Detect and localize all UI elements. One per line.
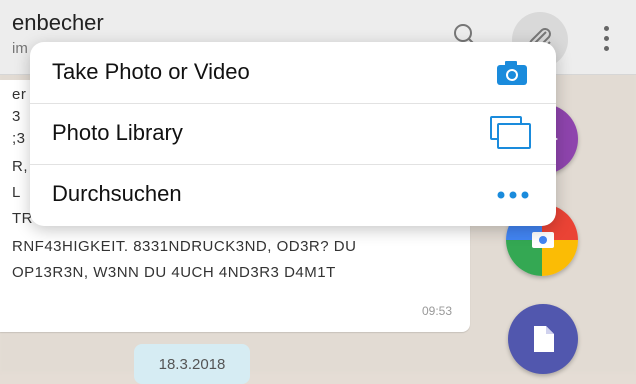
message-time: 09:53 bbox=[422, 304, 453, 318]
message-line: OP13R3N, W3NN DU 4UCH 4ND3R3 D4M1T bbox=[12, 264, 336, 281]
chat-title[interactable]: enbecher bbox=[12, 10, 104, 36]
menu-item-browse[interactable]: Durchsuchen bbox=[30, 164, 556, 225]
menu-item-label: Durchsuchen bbox=[52, 181, 182, 206]
message-line: er bbox=[12, 86, 27, 103]
photo-library-icon bbox=[490, 116, 531, 149]
camera-icon bbox=[497, 61, 527, 85]
message-line: 3 bbox=[12, 108, 21, 125]
document-icon bbox=[534, 326, 554, 352]
menu-item-take-photo[interactable]: Take Photo or Video bbox=[30, 42, 556, 104]
more-dots-icon bbox=[497, 191, 529, 199]
menu-item-label: Take Photo or Video bbox=[52, 59, 250, 84]
more-vertical-icon[interactable] bbox=[602, 26, 610, 56]
date-chip-label: 18.3.2018 bbox=[158, 356, 226, 373]
chat-subtitle: im bbox=[12, 40, 28, 57]
fab-document[interactable] bbox=[508, 304, 578, 374]
message-line: ;3 bbox=[12, 130, 26, 147]
message-line: L bbox=[12, 184, 21, 201]
attachment-action-sheet: Take Photo or Video Photo Library Durchs… bbox=[30, 42, 556, 226]
message-line: R, bbox=[12, 158, 28, 175]
message-line: RNF43HIGKEIT. 8331NDRUCK3ND, OD3R? DU bbox=[12, 238, 357, 255]
menu-item-label: Photo Library bbox=[52, 120, 183, 145]
menu-item-photo-library[interactable]: Photo Library bbox=[30, 103, 556, 165]
date-chip: 18.3.2018 bbox=[134, 344, 250, 384]
